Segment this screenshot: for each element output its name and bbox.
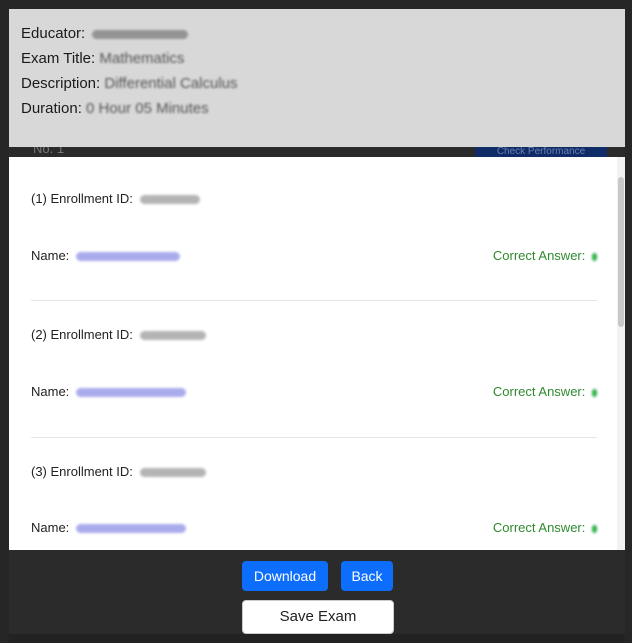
description-value: Differential Calculus <box>104 75 238 92</box>
enrollment-id-3: (3) Enrollment ID: <box>31 464 206 479</box>
name-value-redacted <box>75 252 180 262</box>
duration-label: Duration: <box>21 100 82 117</box>
correct-answer-label: Correct Answer: <box>492 248 586 263</box>
exam-title-label: Exam Title: <box>21 50 96 67</box>
student-name-2: Name: <box>31 384 186 399</box>
exam-title-value: Mathematics <box>99 50 185 67</box>
educator-name-redacted <box>92 29 189 39</box>
duration-line: Duration: 0 Hour 05 Minutes <box>21 100 209 117</box>
exam-title-line: Exam Title: Mathematics <box>21 50 184 67</box>
exam-info-panel: Educator: Exam Title: Mathematics Descri… <box>9 9 625 147</box>
description-line: Description: Differential Calculus <box>21 75 238 92</box>
save-exam-button[interactable]: Save Exam <box>242 600 394 634</box>
name-label: Name: <box>31 248 70 263</box>
bottom-edge <box>9 634 625 643</box>
background-header-strip: No. 1 Check Performance <box>9 147 625 157</box>
correct-answer-value-redacted <box>592 388 597 397</box>
correct-answer-3: Correct Answer: <box>493 520 597 535</box>
back-button[interactable]: Back <box>341 561 393 591</box>
enrollment-id-2: (2) Enrollment ID: <box>31 327 206 342</box>
student-name-1: Name: <box>31 248 180 263</box>
scrollbar-thumb[interactable] <box>618 177 624 327</box>
correct-answer-2: Correct Answer: <box>493 384 597 399</box>
download-button[interactable]: Download <box>242 561 328 591</box>
correct-answer-1: Correct Answer: <box>493 248 597 263</box>
enrollment-value-redacted <box>139 195 200 205</box>
enrollment-value-redacted <box>139 468 206 478</box>
list-scrollbar[interactable] <box>617 157 625 550</box>
name-value-redacted <box>75 388 186 398</box>
modal-footer: Download Back Save Exam <box>9 550 625 634</box>
correct-answer-value-redacted <box>592 252 597 261</box>
student-name-3: Name: <box>31 520 186 535</box>
name-value-redacted <box>75 524 186 534</box>
row-divider <box>31 300 597 301</box>
educator-line: Educator: <box>21 25 189 42</box>
row-divider <box>31 437 597 438</box>
correct-answer-label: Correct Answer: <box>492 520 586 535</box>
correct-answer-label: Correct Answer: <box>492 384 586 399</box>
check-performance-button[interactable]: Check Performance <box>475 147 607 157</box>
description-label: Description: <box>21 75 101 92</box>
name-label: Name: <box>31 520 70 535</box>
enrollment-value-redacted <box>139 331 206 341</box>
enrollment-label: (1) Enrollment ID: <box>31 191 133 206</box>
modal-frame: Educator: Exam Title: Mathematics Descri… <box>0 0 632 643</box>
enrollment-label: (2) Enrollment ID: <box>31 327 133 342</box>
correct-answer-value-redacted <box>592 524 597 533</box>
educator-label: Educator: <box>21 25 86 42</box>
duration-value: 0 Hour 05 Minutes <box>86 100 209 117</box>
background-no-label: No. 1 <box>33 147 65 156</box>
enrollment-id-1: (1) Enrollment ID: <box>31 191 200 206</box>
student-results-list[interactable]: (1) Enrollment ID: Name: Correct Answer:… <box>9 157 625 550</box>
name-label: Name: <box>31 384 70 399</box>
enrollment-label: (3) Enrollment ID: <box>31 464 133 479</box>
